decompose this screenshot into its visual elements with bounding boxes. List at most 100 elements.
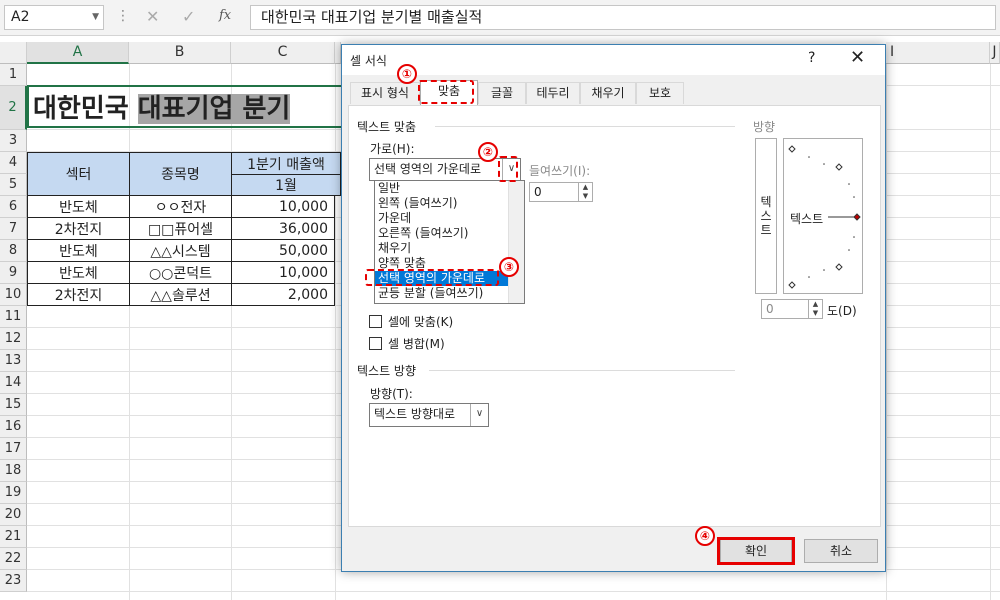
cell-sector[interactable]: 반도체	[27, 195, 130, 218]
direction-label: 방향(T):	[370, 387, 413, 401]
row-header[interactable]: 4	[0, 152, 27, 174]
degree-stepper[interactable]: 0 ▲ ▼	[761, 299, 823, 319]
annotation-marker-3: ③	[499, 257, 519, 277]
row-header[interactable]: 14	[0, 372, 27, 394]
column-header-j[interactable]: J	[990, 42, 1000, 64]
cell-value[interactable]: 10,000	[231, 195, 335, 218]
annotation-highlight-option	[365, 269, 499, 286]
help-button[interactable]: ?	[808, 50, 815, 66]
header-name[interactable]: 종목명	[129, 152, 232, 196]
chevron-down-icon[interactable]: ▼	[92, 6, 99, 29]
row-header[interactable]: 7	[0, 218, 27, 240]
merge-cells-checkbox[interactable]: 셀 병합(M)	[369, 335, 445, 352]
row-header[interactable]: 21	[0, 526, 27, 548]
header-sector[interactable]: 섹터	[27, 152, 130, 196]
orientation-dial-label: 텍스트	[790, 212, 824, 226]
indent-label: 들여쓰기(I):	[529, 164, 591, 178]
dialog-titlebar[interactable]: 셀 서식 ? ✕	[342, 45, 885, 75]
row-header[interactable]: 6	[0, 196, 27, 218]
select-all-corner[interactable]	[0, 42, 27, 64]
scrollbar[interactable]	[508, 181, 524, 303]
cell-name[interactable]: ○○콘덕트	[129, 261, 232, 284]
tab-number-format[interactable]: 표시 형식	[350, 82, 420, 104]
row-header[interactable]: 9	[0, 262, 27, 284]
formula-input[interactable]: 대한민국 대표기업 분기별 매출실적	[250, 5, 996, 30]
cell-sector[interactable]: 반도체	[27, 261, 130, 284]
list-item[interactable]: 왼쪽 (들여쓰기)	[375, 196, 524, 211]
row-header[interactable]: 1	[0, 64, 27, 86]
row-header[interactable]: 20	[0, 504, 27, 526]
divider	[429, 370, 735, 371]
cancel-icon[interactable]: ✕	[146, 7, 159, 26]
vertical-text-button[interactable]: 텍스트	[755, 138, 777, 294]
row-header[interactable]: 12	[0, 328, 27, 350]
list-item[interactable]: 일반	[375, 181, 524, 196]
name-box[interactable]: A2 ▼	[4, 5, 104, 30]
tab-fill[interactable]: 채우기	[580, 82, 636, 104]
row-header[interactable]: 17	[0, 438, 27, 460]
annotation-marker-1: ①	[397, 64, 417, 84]
cell-name[interactable]: □□퓨어셀	[129, 217, 232, 240]
spinner-arrows-icon[interactable]: ▲ ▼	[578, 183, 592, 201]
title-text-start: 대한민국	[33, 94, 138, 124]
cell-sector[interactable]: 2차전지	[27, 283, 130, 306]
row-header[interactable]: 5	[0, 174, 27, 196]
list-item[interactable]: 균등 분할 (들여쓰기)	[375, 286, 524, 301]
row-header[interactable]: 16	[0, 416, 27, 438]
list-item[interactable]: 채우기	[375, 241, 524, 256]
degree-label: 도(D)	[827, 304, 857, 318]
title-cell[interactable]: 대한민국 대표기업 분기	[27, 85, 347, 128]
column-header-c[interactable]: C	[231, 42, 335, 64]
cell-value[interactable]: 36,000	[231, 217, 335, 240]
close-button[interactable]: ✕	[850, 47, 865, 68]
list-item[interactable]: 가운데	[375, 211, 524, 226]
header-q1[interactable]: 1분기 매출액	[231, 152, 341, 175]
gridline	[231, 64, 232, 600]
row-header[interactable]: 22	[0, 548, 27, 570]
row-header[interactable]: 2	[0, 86, 27, 130]
cell-sector[interactable]: 2차전지	[27, 217, 130, 240]
orientation-control[interactable]: 텍스트 텍스트	[755, 138, 863, 294]
cell-value[interactable]: 10,000	[231, 261, 335, 284]
annotation-highlight-tab	[418, 80, 474, 104]
annotation-highlight-dropdown	[498, 156, 518, 182]
shrink-to-fit-checkbox[interactable]: 셀에 맞춤(K)	[369, 313, 453, 330]
gridline	[886, 64, 887, 600]
header-month1[interactable]: 1월	[231, 174, 341, 196]
spinner-arrows-icon[interactable]: ▲ ▼	[808, 300, 822, 318]
row-header[interactable]: 3	[0, 130, 27, 152]
direction-select[interactable]: 텍스트 방향대로 ∨	[369, 403, 489, 427]
row-header[interactable]: 23	[0, 570, 27, 592]
tab-protection[interactable]: 보호	[636, 82, 684, 104]
cell-name[interactable]: ㅇㅇ전자	[129, 195, 232, 218]
indent-stepper[interactable]: 0 ▲ ▼	[529, 182, 593, 202]
tab-border[interactable]: 테두리	[526, 82, 580, 104]
row-header[interactable]: 15	[0, 394, 27, 416]
text-align-group-label: 텍스트 맞춤	[357, 120, 417, 134]
orientation-dial[interactable]: 텍스트	[783, 138, 863, 294]
enter-icon[interactable]: ✓	[182, 7, 195, 26]
insert-function-icon[interactable]: fx	[219, 8, 231, 23]
tab-font[interactable]: 글꼴	[478, 82, 526, 104]
column-header-b[interactable]: B	[129, 42, 231, 64]
cell-sector[interactable]: 반도체	[27, 239, 130, 262]
row-header[interactable]: 19	[0, 482, 27, 504]
row-header[interactable]: 11	[0, 306, 27, 328]
row-header[interactable]: 10	[0, 284, 27, 306]
cell-name[interactable]: △△시스템	[129, 239, 232, 262]
cell-value[interactable]: 50,000	[231, 239, 335, 262]
cell-value[interactable]: 2,000	[231, 283, 335, 306]
chevron-down-icon[interactable]: ∨	[470, 404, 488, 426]
row-header[interactable]: 8	[0, 240, 27, 262]
row-header[interactable]: 13	[0, 350, 27, 372]
gridline	[990, 64, 991, 600]
column-header-i[interactable]: I	[886, 42, 990, 64]
row-header[interactable]: 18	[0, 460, 27, 482]
horizontal-label: 가로(H):	[370, 142, 415, 156]
cancel-button[interactable]: 취소	[804, 539, 878, 563]
annotation-marker-4: ④	[695, 526, 715, 546]
list-item[interactable]: 오른쪽 (들여쓰기)	[375, 226, 524, 241]
format-cells-dialog: 셀 서식 ? ✕ 표시 형식 맞춤 글꼴 테두리 채우기 보호 텍스트 맞춤 가…	[341, 44, 886, 572]
cell-name[interactable]: △△솔루션	[129, 283, 232, 306]
column-header-a[interactable]: A	[27, 42, 129, 64]
